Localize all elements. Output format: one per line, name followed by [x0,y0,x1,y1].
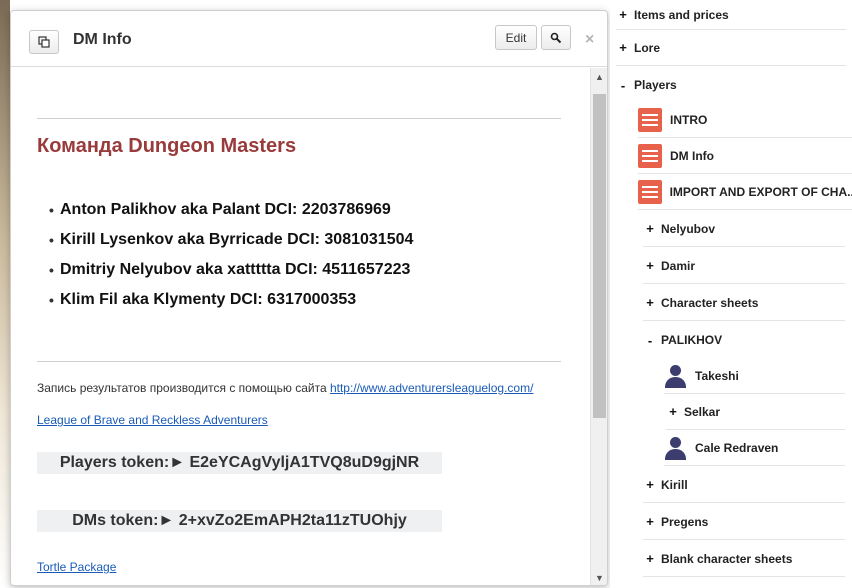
expand-icon[interactable]: + [643,477,657,492]
tree-folder-damir[interactable]: + Damir [643,248,845,284]
tree-folder-lore[interactable]: + Lore [616,30,846,66]
tree-folder-items-and-prices[interactable]: + Items and prices [616,0,846,30]
search-button[interactable] [541,25,571,50]
modal-header: DM Info Edit × [11,11,607,67]
item-label: Cale Redraven [695,440,779,455]
screen: DM Info Edit × Команда Dungeon Masters A… [0,0,852,588]
expand-icon[interactable]: + [643,295,657,310]
expand-icon[interactable]: + [643,514,657,529]
tree-folder-palikhov[interactable]: - PALIKHOV [643,322,845,358]
character-icon [664,435,686,461]
scroll-up-icon[interactable]: ▲ [595,72,604,82]
folder-label: PALIKHOV [661,333,723,347]
modal-body: Команда Dungeon Masters Anton Palikhov a… [11,68,591,585]
tree-folder-nelyubov[interactable]: + Nelyubov [643,211,845,247]
dms-token: DMs token:► 2+xvZo2EmAPH2ta11zTUOhjy [37,510,442,532]
collapse-icon[interactable]: - [616,78,630,93]
item-label: DM Info [670,148,714,163]
divider [37,118,561,119]
folder-label: Players [634,78,677,92]
close-button[interactable]: × [585,31,594,49]
list-item: Dmitriy Nelyubov aka xattttta DCI: 45116… [49,261,413,291]
tree-item-cale-redraven[interactable]: Cale Redraven [664,430,845,466]
character-icon [664,363,686,389]
popout-icon [38,36,50,48]
tree-folder-blank-character-sheets[interactable]: + Blank character sheets [643,541,845,577]
expand-icon[interactable]: + [643,221,657,236]
item-label: Takeshi [695,368,739,383]
tortle-package-link[interactable]: Tortle Package [37,560,116,574]
document-icon [638,179,662,204]
folder-label: Damir [661,258,696,273]
folder-label: Items and prices [634,7,729,22]
results-text: Запись результатов производится с помощь… [37,381,533,395]
tree-item-intro[interactable]: INTRO [638,102,852,138]
list-item: Anton Palikhov aka Palant DCI: 220378696… [49,201,413,231]
search-icon [550,32,562,43]
tree-item-dm-info[interactable]: DM Info [638,138,852,174]
league-link[interactable]: League of Brave and Reckless Adventurers [37,413,268,427]
folder-label: Kirill [661,477,688,492]
tree-folder-pregens[interactable]: + Pregens [643,504,845,540]
folder-label: Blank character sheets [661,551,793,566]
journal-tree: + Items and prices + Lore - Players INTRO D… [610,0,852,588]
results-label: Запись результатов производится с помощь… [37,381,330,395]
background-page [0,0,10,588]
tree-folder-kirill[interactable]: + Kirill [643,467,845,503]
tree-folder-players[interactable]: - Players [616,67,846,103]
expand-icon[interactable]: + [616,40,630,55]
list-item: Klim Fil aka Klymenty DCI: 6317000353 [49,291,413,321]
folder-label: Character sheets [661,295,759,310]
team-heading: Команда Dungeon Masters [37,135,297,157]
expand-icon[interactable]: + [643,258,657,273]
scroll-thumb[interactable] [593,94,606,418]
item-label: INTRO [670,112,708,127]
member-list: Anton Palikhov aka Palant DCI: 220378696… [49,201,413,321]
tree-item-import-export[interactable]: IMPORT AND EXPORT OF CHA... [638,174,852,210]
collapse-icon[interactable]: - [643,333,657,348]
edit-button[interactable]: Edit [495,25,537,50]
folder-label: Selkar [684,404,721,419]
expand-icon[interactable]: + [643,551,657,566]
players-token: Players token:► E2eYCAgVyljA1TVQ8uD9gjNR [37,452,442,474]
popout-button[interactable] [29,30,59,54]
tree-folder-character-sheets[interactable]: + Character sheets [643,285,845,321]
tree-folder-selkar[interactable]: + Selkar [666,394,845,430]
folder-label: Pregens [661,514,709,529]
dm-info-modal: DM Info Edit × Команда Dungeon Masters A… [10,10,608,586]
document-icon [638,143,662,168]
divider [37,361,561,362]
scroll-down-icon[interactable]: ▼ [595,573,604,583]
item-label: IMPORT AND EXPORT OF CHA... [669,184,852,199]
expand-icon[interactable]: + [616,7,630,22]
modal-title: DM Info [73,31,132,48]
adventurers-league-log-link[interactable]: http://www.adventurersleaguelog.com/ [330,381,533,395]
document-icon [638,107,662,132]
expand-icon[interactable]: + [666,404,680,419]
modal-scrollbar[interactable]: ▲ ▼ [590,68,607,585]
list-item: Kirill Lysenkov aka Byrricade DCI: 30810… [49,231,413,261]
folder-label: Nelyubov [661,221,716,236]
folder-label: Lore [634,40,661,55]
tree-item-takeshi[interactable]: Takeshi [664,358,845,394]
